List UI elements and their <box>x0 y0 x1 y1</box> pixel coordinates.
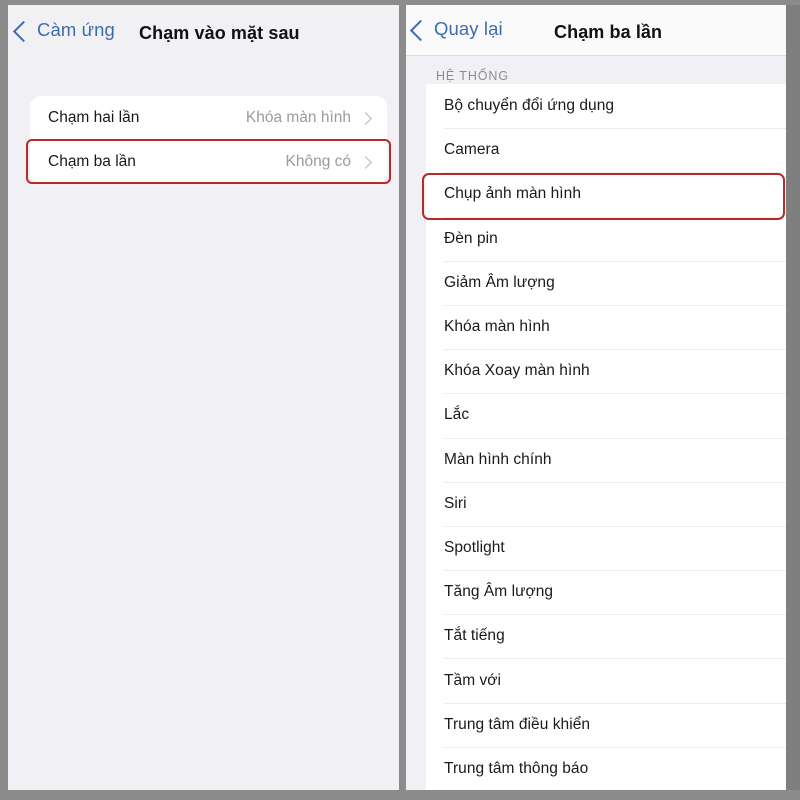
list-item-label: Màn hình chính <box>444 450 552 468</box>
list-item-label: Tắt tiếng <box>444 627 505 645</box>
list-item-label: Trung tâm điều khiển <box>444 715 591 733</box>
list-item-control-center[interactable]: Trung tâm điều khiển <box>426 702 786 747</box>
row-triple-tap[interactable]: Chạm ba lần Không có <box>30 140 387 184</box>
frame-divider-center <box>399 0 406 800</box>
list-item-spotlight[interactable]: Spotlight <box>426 525 786 571</box>
list-item-home-screen[interactable]: Màn hình chính <box>426 437 786 482</box>
back-button-cam-ung[interactable]: Càm ứng <box>12 19 115 42</box>
list-item-label: Lắc <box>444 406 470 424</box>
list-item-flashlight[interactable]: Đèn pin <box>426 216 786 261</box>
right-navbar: Quay lại Chạm ba lần <box>406 0 786 56</box>
frame-edge-bottom <box>0 790 800 800</box>
left-page-title: Chạm vào mặt sau <box>139 23 300 43</box>
list-item-label: Bộ chuyển đổi ứng dụng <box>444 97 615 115</box>
row-value: Khóa màn hình <box>245 109 351 126</box>
row-label: Chạm ba lần <box>48 153 136 170</box>
chevron-left-icon <box>409 19 432 41</box>
back-button-label: Càm ứng <box>37 19 115 40</box>
list-item-rotation-lock[interactable]: Khóa Xoay màn hình <box>426 349 786 394</box>
list-item-label: Siri <box>444 494 467 512</box>
row-label: Chạm hai lần <box>48 109 140 126</box>
list-item-notification-center[interactable]: Trung tâm thông báo <box>426 746 786 791</box>
list-item-volume-down[interactable]: Giảm Âm lượng <box>426 260 786 305</box>
action-list: Bộ chuyển đổi ứng dụng Camera Chụp ảnh m… <box>426 84 786 791</box>
chevron-right-icon <box>359 111 372 125</box>
frame-edge-left <box>0 0 8 800</box>
list-item-label: Giảm Âm lượng <box>444 273 555 291</box>
frame-edge-top <box>0 0 800 5</box>
chevron-left-icon <box>12 20 35 42</box>
back-button-quay-lai[interactable]: Quay lại <box>409 18 503 41</box>
frame-edge-right <box>786 0 800 800</box>
list-item-mute[interactable]: Tắt tiếng <box>426 614 786 659</box>
list-item-label: Tăng Âm lượng <box>444 583 554 601</box>
list-item-lock-screen[interactable]: Khóa màn hình <box>426 304 786 350</box>
list-item-reachability[interactable]: Tầm với <box>426 658 786 703</box>
row-value: Không có <box>285 153 352 170</box>
right-page-title: Chạm ba lần <box>554 22 663 42</box>
back-button-label: Quay lại <box>434 18 503 39</box>
list-item-camera[interactable]: Camera <box>426 128 786 173</box>
left-navbar: Càm ứng Chạm vào mặt sau <box>8 0 399 56</box>
screenshot-root: Càm ứng Chạm vào mặt sau Chạm hai lần Kh… <box>0 0 800 800</box>
list-item-label: Trung tâm thông báo <box>444 759 589 777</box>
list-item-label: Khóa Xoay màn hình <box>444 362 590 380</box>
list-item-app-switcher[interactable]: Bộ chuyển đổi ứng dụng <box>426 84 786 129</box>
list-item-label: Tầm với <box>444 671 502 689</box>
back-tap-settings-card: Chạm hai lần Khóa màn hình Chạm ba lần K… <box>30 96 387 184</box>
list-item-label: Spotlight <box>444 538 505 556</box>
list-item-screenshot[interactable]: Chụp ảnh màn hình <box>426 172 786 217</box>
list-item-label: Đèn pin <box>444 229 498 247</box>
chevron-right-icon <box>359 155 372 169</box>
list-item-siri[interactable]: Siri <box>426 481 786 526</box>
row-double-tap[interactable]: Chạm hai lần Khóa màn hình <box>30 96 387 140</box>
right-panel: Quay lại Chạm ba lần HỆ THỐNG Bộ chuyển … <box>406 0 786 800</box>
list-item-shake[interactable]: Lắc <box>426 393 786 438</box>
list-item-label: Khóa màn hình <box>444 318 550 336</box>
left-panel: Càm ứng Chạm vào mặt sau Chạm hai lần Kh… <box>8 0 399 800</box>
list-item-volume-up[interactable]: Tăng Âm lượng <box>426 570 786 615</box>
list-item-label: Chụp ảnh màn hình <box>444 185 582 203</box>
list-item-label: Camera <box>444 141 500 159</box>
